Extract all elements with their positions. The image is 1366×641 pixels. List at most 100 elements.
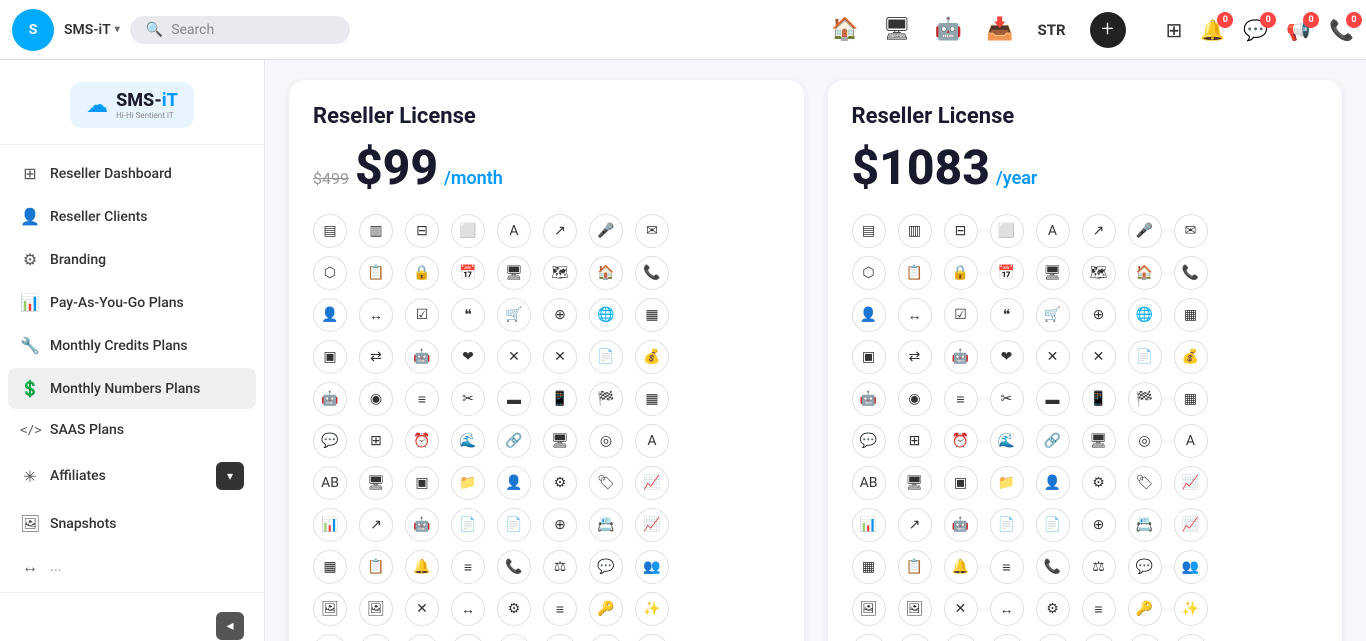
feature-icon[interactable]: ⬜ bbox=[451, 214, 485, 248]
robot-icon[interactable]: 🤖 bbox=[935, 17, 962, 42]
feature-icon[interactable]: ⏰ bbox=[944, 424, 978, 458]
feature-icon[interactable]: 📄 bbox=[990, 508, 1024, 542]
feature-icon[interactable]: 📊 bbox=[852, 508, 886, 542]
feature-icon[interactable]: ▣ bbox=[405, 466, 439, 500]
feature-icon[interactable]: ▦ bbox=[313, 550, 347, 584]
feature-icon[interactable]: ✕ bbox=[1082, 340, 1116, 374]
sidebar-item-branding[interactable]: ⚙ Branding bbox=[8, 239, 256, 280]
feature-icon[interactable]: ☑ bbox=[944, 298, 978, 332]
feature-icon[interactable]: 🔒 bbox=[944, 256, 978, 290]
feature-icon[interactable]: ▣ bbox=[313, 340, 347, 374]
monitor-icon[interactable]: 🖥 bbox=[883, 17, 911, 42]
feature-icon[interactable]: 💬 bbox=[852, 424, 886, 458]
feature-icon[interactable]: 📄 bbox=[497, 508, 531, 542]
megaphone-icon-button[interactable]: 📢 0 bbox=[1286, 18, 1311, 42]
feature-icon[interactable]: ▣ bbox=[944, 466, 978, 500]
feature-icon[interactable]: ✉ bbox=[635, 214, 669, 248]
feature-icon[interactable]: ↗ bbox=[359, 508, 393, 542]
feature-icon[interactable]: AB bbox=[852, 466, 886, 500]
feature-icon[interactable]: 🤖 bbox=[313, 382, 347, 416]
feature-icon[interactable]: ⚖ bbox=[1082, 550, 1116, 584]
feature-icon[interactable]: 🖥 bbox=[898, 466, 932, 500]
feature-icon[interactable]: 🔗 bbox=[852, 634, 886, 641]
feature-icon[interactable]: 📁 bbox=[451, 466, 485, 500]
add-button[interactable]: + bbox=[1090, 12, 1126, 48]
feature-icon[interactable]: 🖼 bbox=[359, 592, 393, 626]
feature-icon[interactable]: 🤖 bbox=[944, 508, 978, 542]
feature-icon[interactable]: 📋 bbox=[359, 256, 393, 290]
feature-icon[interactable]: 📋 bbox=[451, 634, 485, 641]
feature-icon[interactable]: 🏁 bbox=[589, 382, 623, 416]
feature-icon[interactable]: ⊕ bbox=[1082, 508, 1116, 542]
feature-icon[interactable]: 🤖 bbox=[852, 382, 886, 416]
feature-icon[interactable]: ⚙ bbox=[497, 592, 531, 626]
feature-icon[interactable]: ≡ bbox=[635, 634, 669, 641]
feature-icon[interactable]: A bbox=[635, 424, 669, 458]
feature-icon[interactable]: ↔ bbox=[898, 298, 932, 332]
feature-icon[interactable]: 🤖 bbox=[405, 340, 439, 374]
feature-icon[interactable]: A bbox=[497, 214, 531, 248]
feature-icon[interactable]: ▦ bbox=[1174, 298, 1208, 332]
sidebar-item-affiliates[interactable]: ✳ Affiliates ▾ bbox=[8, 451, 256, 501]
feature-icon[interactable]: ▤ bbox=[852, 214, 886, 248]
feature-icon[interactable]: ↗ bbox=[898, 508, 932, 542]
feature-icon[interactable]: ⚙ bbox=[1082, 466, 1116, 500]
feature-icon[interactable]: ⊟ bbox=[405, 214, 439, 248]
feature-icon[interactable]: ◎ bbox=[589, 424, 623, 458]
feature-icon[interactable]: ✕ bbox=[405, 634, 439, 641]
feature-icon[interactable]: ≡ bbox=[1174, 634, 1208, 641]
feature-icon[interactable]: ⊕ bbox=[543, 298, 577, 332]
feature-icon[interactable]: 📈 bbox=[635, 466, 669, 500]
feature-icon[interactable]: 📋 bbox=[359, 550, 393, 584]
feature-icon[interactable]: 🏠 bbox=[589, 256, 623, 290]
feature-icon[interactable]: ▦ bbox=[852, 550, 886, 584]
feature-icon[interactable]: ◉ bbox=[898, 382, 932, 416]
feature-icon[interactable]: 🛒 bbox=[1036, 298, 1070, 332]
feature-icon[interactable]: ⚙ bbox=[543, 466, 577, 500]
feature-icon[interactable]: ⊞ bbox=[898, 424, 932, 458]
feature-icon[interactable]: 🖥 bbox=[497, 256, 531, 290]
feature-icon[interactable]: ✕ bbox=[497, 340, 531, 374]
feature-icon[interactable]: 🗺 bbox=[1082, 256, 1116, 290]
feature-icon[interactable]: 🔗 bbox=[1036, 424, 1070, 458]
feature-icon[interactable]: 📈 bbox=[1174, 466, 1208, 500]
phone-icon-button[interactable]: 📞 0 bbox=[1329, 18, 1354, 42]
feature-icon[interactable]: 🔑 bbox=[589, 592, 623, 626]
feature-icon[interactable]: ↔ bbox=[451, 592, 485, 626]
feature-icon[interactable]: 🖼 bbox=[898, 592, 932, 626]
feature-icon[interactable]: ▬ bbox=[497, 382, 531, 416]
feature-icon[interactable]: ✕ bbox=[944, 592, 978, 626]
feature-icon[interactable]: 📅 bbox=[451, 256, 485, 290]
feature-icon[interactable]: 📱 bbox=[1082, 382, 1116, 416]
feature-icon[interactable]: ⏰ bbox=[405, 424, 439, 458]
feature-icon[interactable]: ≡ bbox=[1082, 592, 1116, 626]
feature-icon[interactable]: ❤ bbox=[451, 340, 485, 374]
feature-icon[interactable]: 👥 bbox=[635, 550, 669, 584]
feature-icon[interactable]: 📊 bbox=[313, 508, 347, 542]
feature-icon[interactable]: 🤖 bbox=[944, 340, 978, 374]
feature-icon[interactable]: 📈 bbox=[1174, 508, 1208, 542]
feature-icon[interactable]: ⇄ bbox=[898, 340, 932, 374]
feature-icon[interactable]: 👤 bbox=[852, 298, 886, 332]
feature-icon[interactable]: 💬 bbox=[589, 550, 623, 584]
notification-bell-button[interactable]: 🔔 0 bbox=[1200, 18, 1225, 42]
feature-icon[interactable]: 🏷 bbox=[589, 466, 623, 500]
feature-icon[interactable]: ⊟ bbox=[944, 214, 978, 248]
feature-icon[interactable]: 🎤 bbox=[1128, 214, 1162, 248]
feature-icon[interactable]: 📄 bbox=[451, 508, 485, 542]
search-bar[interactable]: 🔍 Search bbox=[130, 16, 350, 44]
feature-icon[interactable]: ◎ bbox=[1128, 424, 1162, 458]
feature-icon[interactable]: ▬ bbox=[1036, 382, 1070, 416]
collapse-button[interactable]: ◂ bbox=[216, 612, 244, 640]
feature-icon[interactable]: ⚖ bbox=[543, 550, 577, 584]
feature-icon[interactable]: ▣ bbox=[852, 340, 886, 374]
sidebar-item-reseller-clients[interactable]: 👤 Reseller Clients bbox=[8, 196, 256, 237]
feature-icon[interactable]: ✨ bbox=[1174, 592, 1208, 626]
feature-icon[interactable]: ↔ bbox=[359, 298, 393, 332]
feature-icon[interactable]: 🏠 bbox=[1128, 256, 1162, 290]
feature-icon[interactable]: ▦ bbox=[635, 382, 669, 416]
feature-icon[interactable]: 🤖 bbox=[405, 508, 439, 542]
feature-icon[interactable]: ≡ bbox=[990, 550, 1024, 584]
feature-icon[interactable]: ✨ bbox=[635, 592, 669, 626]
feature-icon[interactable]: 🌊 bbox=[451, 424, 485, 458]
